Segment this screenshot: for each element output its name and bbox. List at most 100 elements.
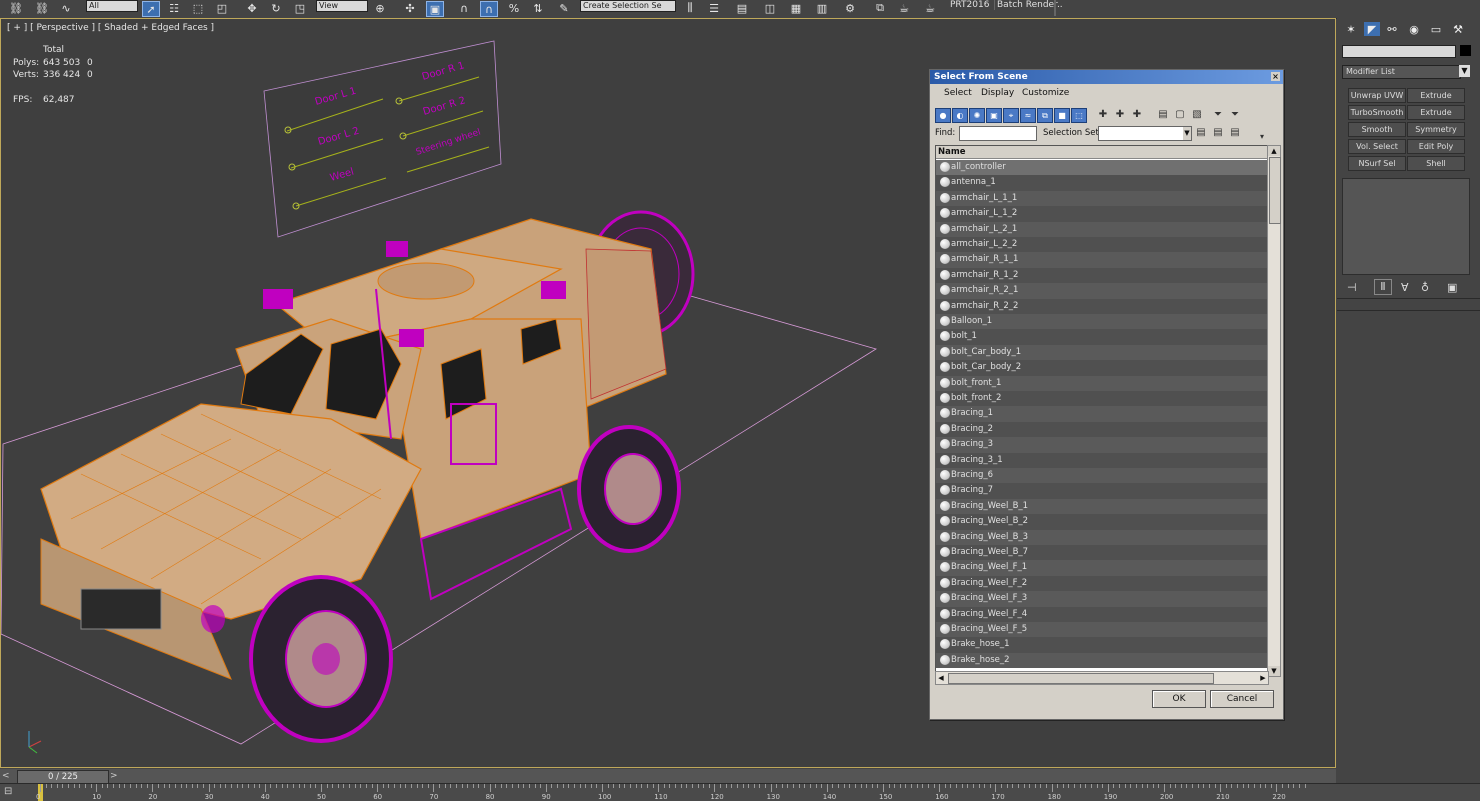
track-bar[interactable]: ⊟ 0 10 20 30 40 50 60 70 80 90 100 110 120 130 140 150 1… (0, 783, 1480, 801)
list-item[interactable]: armchair_R_2_1 (936, 283, 1268, 299)
display-tab-icon[interactable]: ▭ (1428, 22, 1444, 36)
named-selection-set-dropdown[interactable]: Create Selection Se (580, 0, 676, 12)
remove-modifier-icon[interactable]: ♁ (1421, 281, 1429, 294)
snap-toggle-icon[interactable]: ∩ (456, 1, 472, 15)
display-all-icon[interactable]: ✚ (1096, 108, 1110, 121)
modifier-stack-list[interactable] (1342, 178, 1470, 275)
display-bones-icon[interactable]: ⬚ (1071, 108, 1087, 123)
material-editor-icon[interactable]: ▥ (814, 1, 830, 15)
select-none-icon[interactable]: ▢ (1173, 108, 1187, 121)
list-item[interactable]: all_controller (936, 160, 1268, 176)
display-shapes-icon[interactable]: ◐ (952, 108, 968, 123)
menu-select[interactable]: Select (944, 88, 972, 98)
list-item[interactable]: bolt_front_1 (936, 375, 1268, 391)
modifier-unwrap-uvw-button[interactable]: Unwrap UVW (1348, 88, 1406, 103)
render-iterative-icon[interactable]: ☕ (922, 1, 938, 15)
time-slider[interactable]: < 0 / 225 > (0, 769, 1336, 784)
cancel-button[interactable]: Cancel (1210, 690, 1274, 708)
percent-snap-icon[interactable]: % (506, 1, 522, 15)
hscroll-thumb[interactable] (948, 673, 1214, 684)
list-item[interactable]: bolt_1 (936, 329, 1268, 345)
object-color-swatch[interactable] (1460, 45, 1471, 56)
list-item[interactable]: armchair_L_2_2 (936, 237, 1268, 253)
list-item[interactable]: Bracing_Weel_F_1 (936, 560, 1268, 576)
show-end-result-icon[interactable]: Ⅱ (1374, 279, 1392, 295)
find-input[interactable] (959, 126, 1037, 141)
scrollbar-thumb[interactable] (1269, 157, 1281, 224)
display-lights-icon[interactable]: ✺ (969, 108, 985, 123)
options-chevron-icon[interactable]: ▾ (1255, 130, 1269, 143)
list-item[interactable]: Bracing_Weel_B_3 (936, 529, 1268, 545)
vehicle-model[interactable] (40, 210, 695, 743)
display-geometry-icon[interactable]: ● (935, 108, 951, 123)
display-spacewarps-icon[interactable]: ≈ (1020, 108, 1036, 123)
selection-set-dropdown[interactable]: ▼ (1098, 126, 1192, 141)
modifier-nsurf-sel-button[interactable]: NSurf Sel (1348, 156, 1406, 171)
render-setup-icon[interactable]: ⚙ (842, 1, 858, 15)
list-item[interactable]: Brake_hose_2 (936, 652, 1268, 669)
unlink-icon[interactable]: ⛓ (34, 1, 50, 15)
batch-render-button[interactable]: Batch Render.. (994, 0, 1063, 10)
dialog-titlebar[interactable]: Select From Scene × (930, 70, 1283, 84)
render-production-icon[interactable]: ☕ (896, 1, 912, 15)
spinner-snap-icon[interactable]: ⇅ (530, 1, 546, 15)
scroll-left-icon[interactable]: ◀ (936, 672, 946, 684)
list-item[interactable]: bolt_front_2 (936, 391, 1268, 407)
layer-manager-icon[interactable]: ▤ (734, 1, 750, 15)
filter-icon[interactable]: ⏷ (1211, 108, 1225, 121)
close-icon[interactable]: × (1271, 72, 1280, 81)
ok-button[interactable]: OK (1152, 690, 1206, 708)
list-item[interactable]: armchair_L_1_1 (936, 190, 1268, 207)
list-item[interactable]: armchair_R_2_2 (936, 298, 1268, 314)
curve-editor-icon[interactable]: ◫ (762, 1, 778, 15)
list-item[interactable]: bolt_Car_body_1 (936, 344, 1268, 361)
hierarchy-tab-icon[interactable]: ⚯ (1384, 22, 1400, 36)
scroll-up-icon[interactable]: ▲ (1268, 146, 1280, 156)
angle-snap-icon[interactable]: ∩ (480, 1, 498, 17)
modifier-extrude-2-button[interactable]: Extrude (1407, 105, 1465, 120)
select-all-icon[interactable]: ▤ (1156, 108, 1170, 121)
utilities-tab-icon[interactable]: ⚒ (1450, 22, 1466, 36)
selection-filter-dropdown[interactable]: All (86, 0, 138, 12)
list-item[interactable]: armchair_R_1_2 (936, 267, 1268, 284)
list-item[interactable]: Bracing_7 (936, 483, 1268, 499)
list-item[interactable]: Bracing_Weel_F_3 (936, 591, 1268, 607)
scroll-right-icon[interactable]: ▶ (1258, 672, 1268, 684)
bind-space-warp-icon[interactable]: ∿ (58, 1, 74, 15)
column-header-name[interactable]: Name (936, 146, 1268, 159)
list-item[interactable]: Bracing_3 (936, 437, 1268, 453)
list-item[interactable]: Bracing_2 (936, 421, 1268, 438)
modifier-symmetry-button[interactable]: Symmetry (1407, 122, 1465, 137)
move-icon[interactable]: ✥ (244, 1, 260, 15)
mirror-icon[interactable]: ⫼ (682, 1, 698, 15)
rect-selection-icon[interactable]: ⬚ (190, 1, 206, 15)
list-item[interactable]: armchair_L_2_1 (936, 221, 1268, 237)
object-name-field[interactable] (1342, 45, 1456, 58)
menu-display[interactable]: Display (981, 88, 1014, 98)
menu-customize[interactable]: Customize (1022, 88, 1069, 98)
display-invert-icon[interactable]: ✚ (1130, 108, 1144, 121)
display-groups-icon[interactable]: ⧉ (1037, 108, 1053, 123)
time-slider-thumb[interactable]: 0 / 225 (17, 770, 109, 784)
pivot-center-icon[interactable]: ⊕ (372, 1, 388, 15)
keyboard-shortcut-override-icon[interactable]: ▣ (426, 1, 444, 17)
filter-options-icon[interactable]: ⏷ (1228, 108, 1242, 121)
prev-frame-icon[interactable]: < (2, 771, 16, 781)
link-icon[interactable]: ⛓ (8, 1, 24, 15)
schematic-view-icon[interactable]: ▦ (788, 1, 804, 15)
modifier-list-dropdown[interactable]: Modifier List (1342, 65, 1461, 79)
next-frame-icon[interactable]: > (110, 771, 124, 781)
modifier-edit-poly-button[interactable]: Edit Poly (1407, 139, 1465, 154)
list-item[interactable]: Balloon_1 (936, 314, 1268, 330)
select-by-name-icon[interactable]: ☷ (166, 1, 182, 15)
list-item[interactable]: armchair_R_1_1 (936, 252, 1268, 268)
horizontal-scrollbar[interactable]: ◀ ▶ (935, 671, 1269, 685)
chevron-down-icon[interactable]: ▼ (1459, 65, 1470, 77)
list-item[interactable]: Bracing_Weel_F_5 (936, 622, 1268, 638)
display-helpers-icon[interactable]: ⌖ (1003, 108, 1019, 123)
list-item[interactable]: Bracing_Weel_B_2 (936, 514, 1268, 530)
rendered-frame-window-icon[interactable]: ⧉ (872, 1, 888, 15)
list-item[interactable]: Bracing_Weel_F_4 (936, 606, 1268, 622)
list-item[interactable]: antenna_1 (936, 175, 1268, 191)
mini-curve-editor-icon[interactable]: ⊟ (4, 786, 26, 798)
